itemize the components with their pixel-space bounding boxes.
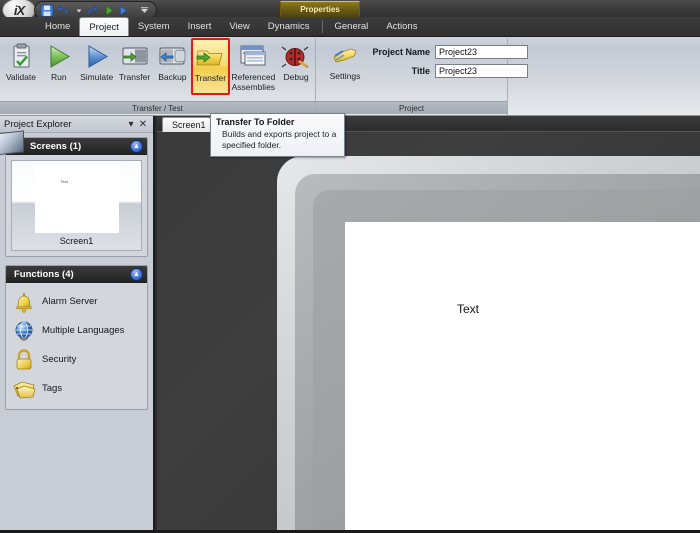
bell-icon [10, 289, 38, 315]
contextual-tab-group-header: Properties [280, 1, 360, 17]
function-item-multiple-languages[interactable]: Multiple Languages [10, 316, 145, 345]
run-icon[interactable] [103, 3, 115, 18]
screens-panel-body: Text Screen1 [6, 155, 147, 256]
function-label: Alarm Server [42, 296, 98, 307]
tab-actions[interactable]: Actions [377, 17, 426, 36]
project-name-input[interactable]: Project23 [435, 45, 528, 59]
functions-list: Alarm Server Multiple Languages Security… [6, 283, 147, 409]
simulate-icon [82, 43, 112, 71]
chevron-up-icon[interactable]: ▲ [130, 140, 143, 153]
save-icon[interactable] [39, 3, 55, 18]
backup-button[interactable]: Backup [153, 38, 191, 95]
device-bezel-middle: Text [295, 174, 700, 533]
validate-button[interactable]: Validate [2, 38, 40, 95]
screens-panel: Screens (1) ▲ Text Screen1 [0, 130, 148, 257]
screen-thumbnail-text: Text [60, 179, 68, 184]
tab-general[interactable]: General [326, 17, 378, 36]
function-label: Tags [42, 383, 63, 394]
validate-icon [6, 43, 36, 71]
transfer-to-folder-icon [195, 44, 225, 72]
function-label: Security [42, 354, 77, 365]
transfer-icon [120, 43, 150, 71]
function-item-tags[interactable]: Tags [10, 374, 145, 403]
backup-icon [157, 43, 187, 71]
device-screen-surface[interactable]: Text [345, 222, 700, 533]
tab-home[interactable]: Home [36, 17, 79, 36]
settings-button[interactable]: Settings [322, 43, 368, 81]
device-bezel-inner: Text [313, 190, 700, 533]
text-object[interactable]: Text [457, 302, 479, 316]
ribbon: Validate Run Simulate Transfer Backup Tr… [0, 37, 700, 116]
screens-panel-header[interactable]: Screens (1) ▲ [0, 130, 147, 156]
tab-view[interactable]: View [220, 17, 258, 36]
settings-label: Settings [329, 71, 361, 81]
project-name-row: Project Name Project23 [372, 45, 528, 59]
undo-dropdown-icon[interactable] [75, 3, 83, 18]
device-bezel-outer: Text [277, 156, 700, 533]
ribbon-group-transfer-test: Validate Run Simulate Transfer Backup Tr… [0, 38, 316, 115]
screen-thumbnail-card[interactable]: Text Screen1 [11, 160, 142, 251]
run-label: Run [50, 72, 67, 82]
backup-label: Backup [158, 72, 187, 82]
undo-icon[interactable] [57, 3, 73, 18]
chevron-up-icon[interactable]: ▲ [130, 268, 143, 281]
screen-editor-canvas: Screen1 Text [157, 116, 700, 533]
transfer-label: Transfer [118, 72, 151, 82]
canvas-viewport[interactable]: Text [157, 132, 700, 533]
close-icon[interactable]: ✕ [137, 118, 149, 130]
referenced-assemblies-label: Referenced Assemblies [231, 72, 276, 92]
project-title-label: Title [411, 66, 430, 76]
project-title-input[interactable]: Project23 [435, 64, 528, 78]
tab-insert[interactable]: Insert [179, 17, 221, 36]
functions-panel: Functions (4) ▲ Alarm Server Multiple La… [5, 265, 148, 410]
project-explorer-title: Project Explorer [4, 118, 72, 130]
run-icon [44, 43, 74, 71]
customize-qat-icon[interactable] [139, 3, 150, 18]
tab-separator [321, 20, 323, 33]
transfer-to-folder-button[interactable]: Transfer [191, 38, 230, 95]
tooltip-body: Builds and exports project to a specifie… [222, 129, 337, 150]
simulate-icon[interactable] [117, 3, 129, 18]
debug-icon [281, 43, 311, 71]
tab-project[interactable]: Project [79, 17, 129, 36]
screen-thumbnail: Text [34, 165, 119, 233]
redo-icon[interactable] [85, 3, 101, 18]
functions-panel-title: Functions (4) [14, 269, 74, 280]
function-item-alarm-server[interactable]: Alarm Server [10, 287, 145, 316]
transfer-button[interactable]: Transfer [116, 38, 154, 95]
functions-panel-header[interactable]: Functions (4) ▲ [6, 266, 147, 283]
project-explorer-panel: Project Explorer ▾ ✕ Screens (1) ▲ Text … [0, 116, 155, 533]
screens-icon [0, 130, 24, 156]
chevron-down-icon[interactable]: ▾ [125, 118, 137, 130]
validate-label: Validate [5, 72, 36, 82]
tab-system[interactable]: System [129, 17, 179, 36]
screen-name-label: Screen1 [59, 236, 94, 246]
tags-icon [10, 376, 38, 402]
project-name-label: Project Name [372, 47, 430, 57]
tooltip: Transfer To Folder Builds and exports pr… [210, 113, 345, 157]
ribbon-tab-strip: Home Project System Insert View Dynamics… [0, 17, 700, 37]
lock-icon [10, 347, 38, 373]
referenced-assemblies-icon [238, 43, 268, 71]
project-title-row: Title Project23 [372, 64, 528, 78]
simulate-button[interactable]: Simulate [78, 38, 116, 95]
function-item-security[interactable]: Security [10, 345, 145, 374]
tooltip-title: Transfer To Folder [216, 117, 295, 127]
screens-panel-title: Screens (1) [30, 141, 82, 152]
tab-dynamics[interactable]: Dynamics [259, 17, 319, 36]
transfer-to-folder-label: Transfer [194, 73, 227, 83]
ribbon-group-project: Settings Project Name Project23 Title Pr… [316, 38, 528, 115]
settings-icon [330, 43, 360, 71]
run-button[interactable]: Run [40, 38, 78, 95]
project-fields: Project Name Project23 Title Project23 [372, 43, 528, 83]
editor-tab-screen1[interactable]: Screen1 [162, 117, 214, 132]
debug-button[interactable]: Debug [277, 38, 315, 95]
simulate-label: Simulate [80, 72, 114, 82]
function-label: Multiple Languages [42, 325, 125, 336]
debug-label: Debug [283, 72, 309, 82]
globe-icon [10, 318, 38, 344]
application-window: iX Properties Home Project System Insert… [0, 0, 700, 533]
referenced-assemblies-button[interactable]: Referenced Assemblies [230, 38, 278, 95]
